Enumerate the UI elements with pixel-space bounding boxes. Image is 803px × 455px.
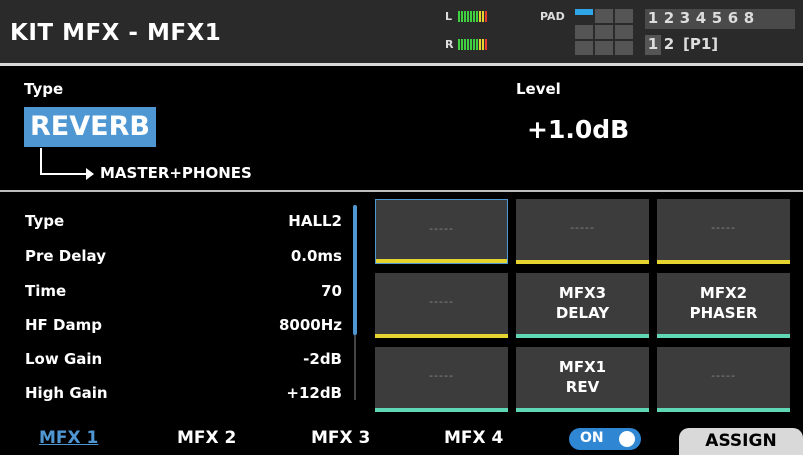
mfx-slot[interactable]: ----- (657, 199, 790, 264)
mfx-slot-mfx1[interactable]: MFX1 REV (516, 347, 649, 412)
mfx-slot[interactable]: ----- (375, 199, 508, 264)
slot-color-bar (657, 408, 790, 412)
route-line (40, 148, 42, 175)
param-value[interactable]: 8000Hz (230, 316, 342, 334)
num-6: 6 (727, 9, 739, 27)
section-divider (0, 190, 803, 192)
num-8: 8 (743, 9, 755, 27)
empty-slot-dashes: ----- (429, 295, 454, 308)
slot-title: MFX3 (558, 284, 607, 302)
num-1: 1 (647, 9, 659, 27)
empty-slot-dashes: ----- (429, 222, 454, 235)
slot-color-bar (516, 260, 649, 264)
mfx-slot[interactable]: ----- (657, 347, 790, 412)
param-value[interactable]: +12dB (230, 384, 342, 402)
slot-color-bar (375, 408, 508, 412)
mfx-slot-mfx3[interactable]: MFX3 DELAY (516, 273, 649, 338)
page-tag: [P1] (683, 35, 719, 53)
toggle-label: ON (580, 430, 604, 446)
slot-color-bar (657, 260, 790, 264)
type-label: Type (24, 80, 64, 98)
param-value[interactable]: 70 (230, 282, 342, 300)
page-num-2: 2 (663, 35, 675, 53)
header-divider (0, 63, 803, 66)
tab-mfx2[interactable]: MFX 2 (177, 428, 236, 448)
num-5: 5 (711, 9, 723, 27)
param-name: Time (25, 282, 67, 300)
type-value[interactable]: REVERB (24, 107, 156, 147)
slot-color-bar (516, 334, 649, 338)
slot-effect: PHASER (689, 304, 758, 322)
arrow-right-icon (86, 168, 94, 180)
num-2: 2 (663, 9, 675, 27)
slot-title: MFX1 (558, 358, 607, 376)
num-3: 3 (679, 9, 691, 27)
pad-label: PAD (540, 10, 565, 23)
slot-title: MFX2 (699, 284, 748, 302)
mfx-slot[interactable]: ----- (516, 199, 649, 264)
output-route-label: MASTER+PHONES (100, 164, 252, 182)
tab-mfx3[interactable]: MFX 3 (311, 428, 370, 448)
meter-l-label: L (445, 10, 453, 23)
slot-color-bar (376, 259, 507, 263)
scrollbar-thumb[interactable] (353, 205, 357, 335)
slot-color-bar (516, 408, 649, 412)
page-title: KIT MFX - MFX1 (10, 20, 222, 46)
empty-slot-dashes: ----- (429, 369, 454, 382)
level-meter-l (458, 11, 487, 22)
mfx-slot[interactable]: ----- (375, 273, 508, 338)
slot-color-bar (375, 334, 508, 338)
pad-indicator-grid (575, 9, 635, 58)
slot-effect: DELAY (555, 304, 610, 322)
empty-slot-dashes: ----- (711, 221, 736, 234)
mfx-slot[interactable]: ----- (375, 347, 508, 412)
route-line-horizontal (40, 173, 88, 175)
tab-mfx4[interactable]: MFX 4 (444, 428, 503, 448)
param-value[interactable]: 0.0ms (230, 247, 342, 265)
level-label: Level (516, 80, 561, 98)
param-name: Type (25, 212, 65, 230)
mfx-slot-mfx2[interactable]: MFX2 PHASER (657, 273, 790, 338)
param-value[interactable]: -2dB (230, 350, 342, 368)
kit-number-row: 1 2 3 4 5 6 8 (645, 9, 795, 29)
slot-effect: REV (565, 378, 600, 396)
assign-button[interactable]: ASSIGN (679, 428, 803, 455)
empty-slot-dashes: ----- (711, 369, 736, 382)
param-value[interactable]: HALL2 (230, 212, 342, 230)
param-name: HF Damp (25, 316, 102, 334)
param-name: Low Gain (25, 350, 103, 368)
num-4: 4 (695, 9, 707, 27)
page-number-row: 1 2 [P1] (645, 35, 718, 55)
level-value[interactable]: +1.0dB (527, 115, 629, 144)
toggle-knob-icon (619, 431, 635, 447)
param-name: High Gain (25, 384, 108, 402)
page-num-1: 1 (645, 35, 661, 55)
empty-slot-dashes: ----- (570, 221, 595, 234)
level-meter-r (458, 39, 487, 50)
param-name: Pre Delay (25, 247, 106, 265)
tab-mfx1[interactable]: MFX 1 (39, 428, 98, 448)
meter-r-label: R (445, 38, 454, 51)
slot-color-bar (657, 334, 790, 338)
